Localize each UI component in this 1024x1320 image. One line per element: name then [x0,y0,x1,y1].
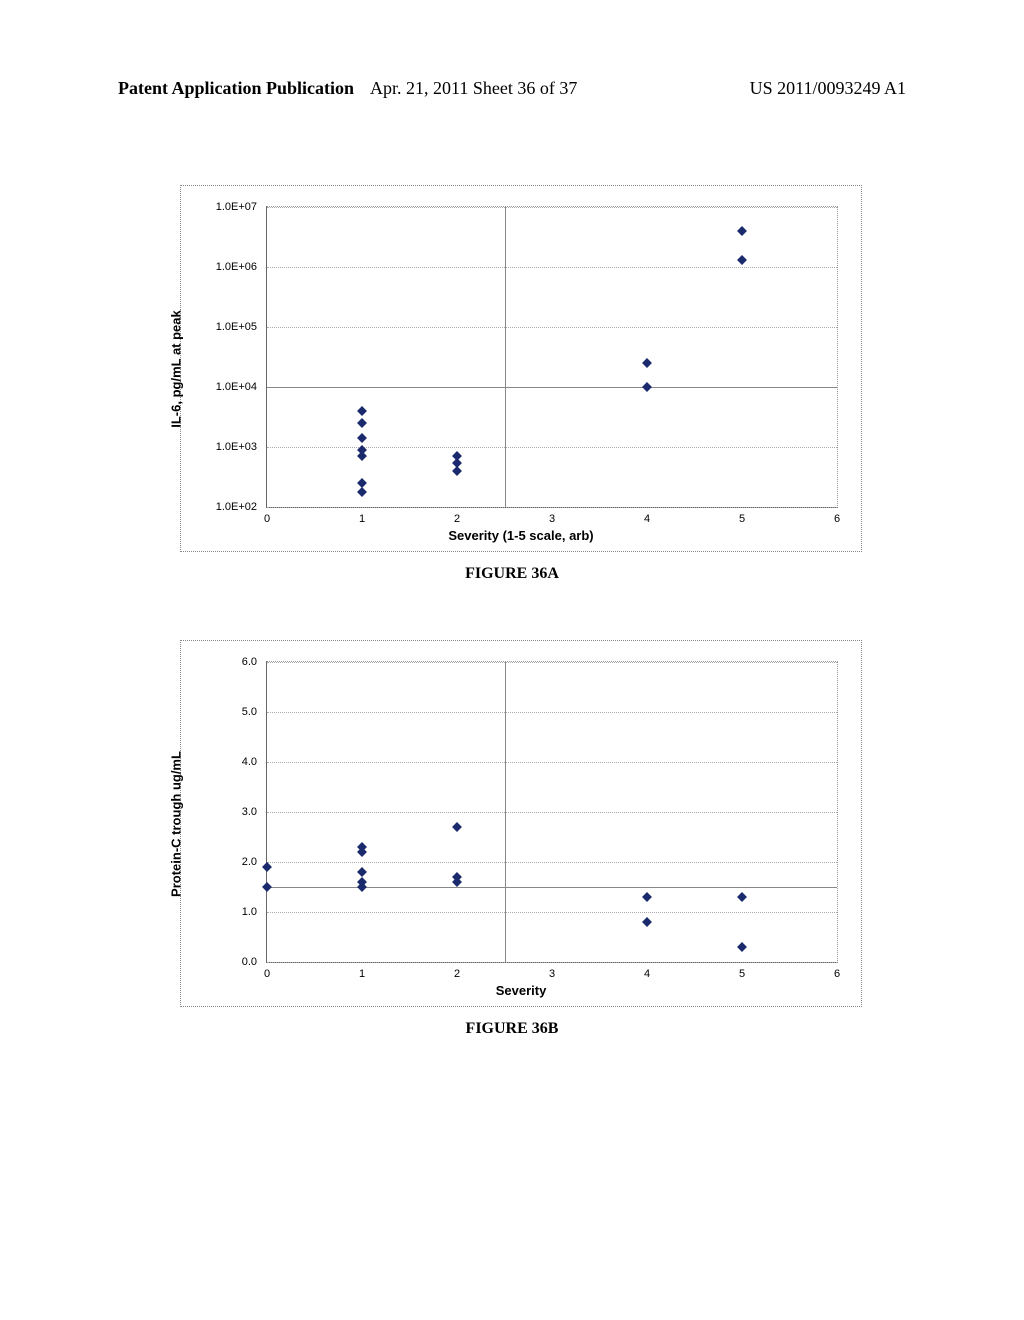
y-tick-label: 6.0 [222,656,257,668]
y-tick-label: 2.0 [222,856,257,868]
data-point [357,406,367,416]
data-point [357,418,367,428]
data-point [357,451,367,461]
reference-line-v [505,207,506,507]
figure-36b-chart: Protein-C trough ug/mL 0.01.02.03.04.05.… [180,640,862,1007]
y-tick-label: 4.0 [222,756,257,768]
chart-b-ylabel: Protein-C trough ug/mL [169,751,184,897]
y-tick-label: 1.0E+02 [197,501,257,513]
x-tick-label: 3 [549,513,555,525]
gridline-h [267,812,837,813]
gridline-h [267,762,837,763]
data-point [642,358,652,368]
data-point [452,822,462,832]
x-tick-label: 1 [359,513,365,525]
data-point [357,882,367,892]
x-tick-label: 3 [549,968,555,980]
reference-line-v [505,662,506,962]
reference-line-h [267,387,837,388]
data-point [737,255,747,265]
gridline-h [267,862,837,863]
chart-b-xlabel: Severity [496,983,547,998]
data-point [357,433,367,443]
data-point [737,892,747,902]
x-tick-label: 6 [834,968,840,980]
gridline-h [267,207,837,208]
gridline-h [267,327,837,328]
x-tick-label: 4 [644,513,650,525]
data-point [452,466,462,476]
gridline-h [267,267,837,268]
data-point [737,942,747,952]
y-tick-label: 3.0 [222,806,257,818]
data-point [262,882,272,892]
header-publication-number: US 2011/0093249 A1 [750,78,906,99]
data-point [452,877,462,887]
data-point [737,226,747,236]
y-tick-label: 1.0 [222,906,257,918]
data-point [262,862,272,872]
chart-b-plot-area: 0.01.02.03.04.05.06.00123456 [266,661,838,963]
figure-36a-caption: FIGURE 36A [465,565,559,583]
data-point [357,487,367,497]
reference-line-h [267,887,837,888]
data-point [642,917,652,927]
data-point [357,867,367,877]
x-tick-label: 6 [834,513,840,525]
x-tick-label: 0 [264,968,270,980]
x-tick-label: 2 [454,968,460,980]
figure-36a-chart: IL-6, pg/mL at peak 1.0E+021.0E+031.0E+0… [180,185,862,552]
data-point [642,892,652,902]
y-tick-label: 1.0E+04 [197,381,257,393]
data-point [357,847,367,857]
y-tick-label: 1.0E+07 [197,201,257,213]
y-tick-label: 5.0 [222,706,257,718]
x-tick-label: 4 [644,968,650,980]
gridline-h [267,447,837,448]
y-tick-label: 1.0E+05 [197,321,257,333]
gridline-h [267,662,837,663]
figure-36b-caption: FIGURE 36B [466,1020,559,1038]
gridline-h [267,962,837,963]
chart-a-ylabel: IL-6, pg/mL at peak [169,310,184,428]
x-tick-label: 2 [454,513,460,525]
chart-a-xlabel: Severity (1-5 scale, arb) [448,528,593,543]
header-publication-type: Patent Application Publication [118,78,354,99]
header-date-sheet: Apr. 21, 2011 Sheet 36 of 37 [370,78,577,99]
y-tick-label: 0.0 [222,956,257,968]
x-tick-label: 1 [359,968,365,980]
x-tick-label: 5 [739,513,745,525]
gridline-h [267,912,837,913]
x-tick-label: 5 [739,968,745,980]
chart-a-plot-area: 1.0E+021.0E+031.0E+041.0E+051.0E+061.0E+… [266,206,838,508]
data-point [642,382,652,392]
y-tick-label: 1.0E+03 [197,441,257,453]
gridline-h [267,507,837,508]
y-tick-label: 1.0E+06 [197,261,257,273]
x-tick-label: 0 [264,513,270,525]
gridline-h [267,712,837,713]
